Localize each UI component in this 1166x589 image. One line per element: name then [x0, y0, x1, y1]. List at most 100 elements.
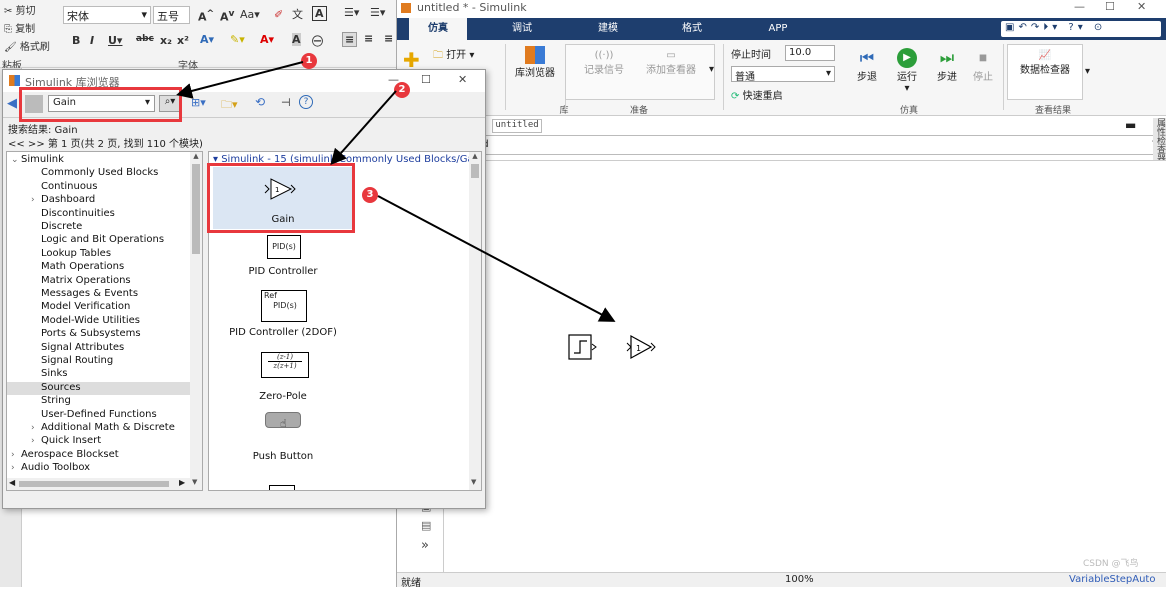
align-center-icon[interactable]: ≡: [364, 32, 373, 45]
help-icon[interactable]: ?: [299, 95, 313, 109]
tree-item[interactable]: Commonly Used Blocks: [7, 167, 190, 180]
tree-item[interactable]: Signal Attributes: [7, 342, 190, 355]
tree-item[interactable]: › Audio Toolbox: [7, 462, 190, 475]
superscript-button[interactable]: x²: [177, 34, 189, 47]
align-right-icon[interactable]: ≡: [384, 32, 393, 45]
border-char-icon[interactable]: A: [312, 6, 327, 21]
minimize-icon[interactable]: —: [1074, 0, 1085, 13]
tree-item[interactable]: Messages & Events: [7, 288, 190, 301]
step-forward-button[interactable]: ⏭ 步进: [933, 48, 961, 83]
scroll-left-icon[interactable]: ◀: [9, 478, 15, 487]
tab-app[interactable]: APP: [753, 18, 803, 40]
data-inspector-button[interactable]: 📈 数据检查器: [1017, 50, 1073, 76]
tree-vertical-scrollbar[interactable]: ▲ ▼: [190, 152, 202, 490]
panel-icon[interactable]: ▤: [421, 519, 441, 532]
tree-item[interactable]: › Dashboard: [7, 194, 190, 207]
tree-item[interactable]: Model-Wide Utilities: [7, 315, 190, 328]
font-color-icon[interactable]: A▾: [260, 33, 274, 46]
model-address-bar[interactable]: untitled▼: [443, 135, 1166, 155]
library-browser-button[interactable]: 库浏览器: [511, 46, 559, 79]
cut-button[interactable]: ✂ 剪切: [4, 2, 36, 17]
enclose-char-icon[interactable]: ㊀: [312, 33, 323, 49]
tree-item[interactable]: › Aerospace Blockset: [7, 449, 190, 462]
simulation-mode-select[interactable]: 普通 ▾: [731, 66, 835, 83]
tree-item[interactable]: User-Defined Functions: [7, 409, 190, 422]
chevron-right-icon[interactable]: ›: [31, 195, 41, 205]
block-zero-pole[interactable]: (z-1) z(z+1) Zero-Pole: [213, 352, 353, 412]
tree-item[interactable]: › Quick Insert: [7, 435, 190, 448]
pin-icon[interactable]: ⊣: [281, 96, 291, 109]
tree-item[interactable]: Discrete: [7, 221, 190, 234]
refresh-icon[interactable]: ⟲: [255, 95, 265, 109]
run-button[interactable]: ▶ 运行 ▾: [893, 48, 921, 94]
tree-horizontal-scrollbar[interactable]: ◀ ▶: [7, 478, 190, 490]
record-signal-button[interactable]: ((·)) 记录信号: [575, 50, 633, 76]
bold-button[interactable]: B: [72, 34, 80, 47]
scroll-thumb[interactable]: [192, 164, 200, 254]
clear-format-icon[interactable]: ✐: [274, 8, 283, 21]
underline-button[interactable]: U▾: [108, 34, 122, 47]
new-model-icon[interactable]: ⊞▾: [191, 96, 206, 109]
step-back-button[interactable]: ⏮ 步退: [853, 48, 881, 83]
tree-item[interactable]: Sources: [7, 381, 190, 395]
chevron-right-icon[interactable]: ›: [11, 450, 21, 460]
fast-restart-toggle[interactable]: ⟳ 快速重启: [731, 87, 783, 102]
block-push-button[interactable]: ☝ Push Button: [213, 412, 353, 472]
tab-debug[interactable]: 调试: [497, 18, 547, 40]
chevron-down-icon[interactable]: ⌄: [11, 155, 21, 165]
highlight-icon[interactable]: ✎▾: [230, 33, 245, 46]
block-pid-controller-2dof[interactable]: Ref PID(s) PID Controller (2DOF): [213, 290, 353, 350]
back-icon[interactable]: ◀: [7, 96, 17, 111]
model-tab[interactable]: untitled: [492, 119, 542, 133]
grow-font-button[interactable]: A^: [198, 8, 214, 24]
phonetic-icon[interactable]: 文: [292, 6, 303, 22]
open-folder-icon[interactable]: 🗀▾: [221, 96, 238, 115]
tree-item[interactable]: › Additional Math & Discrete: [7, 422, 190, 435]
scroll-down-icon[interactable]: ▼: [471, 478, 476, 486]
scroll-thumb[interactable]: [19, 481, 169, 487]
step-block[interactable]: [568, 334, 597, 360]
tree-item[interactable]: Model Verification: [7, 301, 190, 314]
scroll-right-icon[interactable]: ▶: [179, 478, 185, 487]
format-painter-button[interactable]: 🖌 格式刷: [4, 38, 50, 53]
scroll-thumb[interactable]: [471, 164, 479, 178]
panel-menu-icon[interactable]: ▬: [1125, 118, 1136, 132]
add-viewer-button[interactable]: ▭ 添加查看器: [641, 50, 701, 76]
close-icon[interactable]: ✕: [1137, 0, 1146, 13]
tab-simulation[interactable]: 仿真: [409, 18, 467, 40]
tree-item[interactable]: Lookup Tables: [7, 248, 190, 261]
bullets-icon[interactable]: ☰▾: [344, 6, 359, 19]
maximize-icon[interactable]: ☐: [421, 73, 431, 86]
chevron-right-icon[interactable]: ›: [31, 423, 41, 433]
scroll-up-icon[interactable]: ▲: [469, 152, 481, 160]
align-left-icon[interactable]: ≡: [342, 32, 358, 47]
chevron-right-icon[interactable]: ›: [31, 436, 41, 446]
gallery-expand-icon[interactable]: ▾: [1085, 66, 1090, 77]
tree-item[interactable]: Sinks: [7, 368, 190, 381]
tab-modeling[interactable]: 建模: [583, 18, 633, 40]
tree-item[interactable]: Matrix Operations: [7, 275, 190, 288]
tree-item[interactable]: Signal Routing: [7, 355, 190, 368]
quick-access-toolbar[interactable]: ▣↶↷⏵▾ ?▾ ⊙: [1001, 21, 1161, 37]
tree-item[interactable]: Continuous: [7, 181, 190, 194]
gallery-expand-icon[interactable]: ▾: [709, 64, 714, 75]
text-effect-icon[interactable]: A▾: [200, 33, 214, 46]
expand-icon[interactable]: »: [421, 538, 441, 553]
scroll-up-icon[interactable]: ▲: [190, 152, 202, 160]
tree-item[interactable]: Discontinuities: [7, 208, 190, 221]
tree-item[interactable]: ⌄ Simulink: [7, 154, 190, 167]
copy-button[interactable]: ⎘ 复制: [4, 20, 35, 35]
gain-block[interactable]: 1: [626, 334, 656, 360]
blocks-vertical-scrollbar[interactable]: ▲ ▼: [469, 152, 481, 490]
numbering-icon[interactable]: ☰▾: [370, 6, 385, 19]
maximize-icon[interactable]: ☐: [1105, 0, 1115, 13]
chevron-right-icon[interactable]: ›: [11, 463, 21, 473]
close-icon[interactable]: ✕: [458, 73, 467, 86]
tree-item[interactable]: Logic and Bit Operations: [7, 234, 190, 247]
change-case-button[interactable]: Aa▾: [240, 8, 260, 21]
char-shading-icon[interactable]: A: [292, 33, 301, 46]
solver-link[interactable]: VariableStepAuto: [1069, 574, 1155, 585]
font-size-select[interactable]: 五号: [153, 6, 190, 24]
open-button[interactable]: 🗀 打开 ▾: [433, 46, 474, 65]
tab-format[interactable]: 格式: [667, 18, 717, 40]
